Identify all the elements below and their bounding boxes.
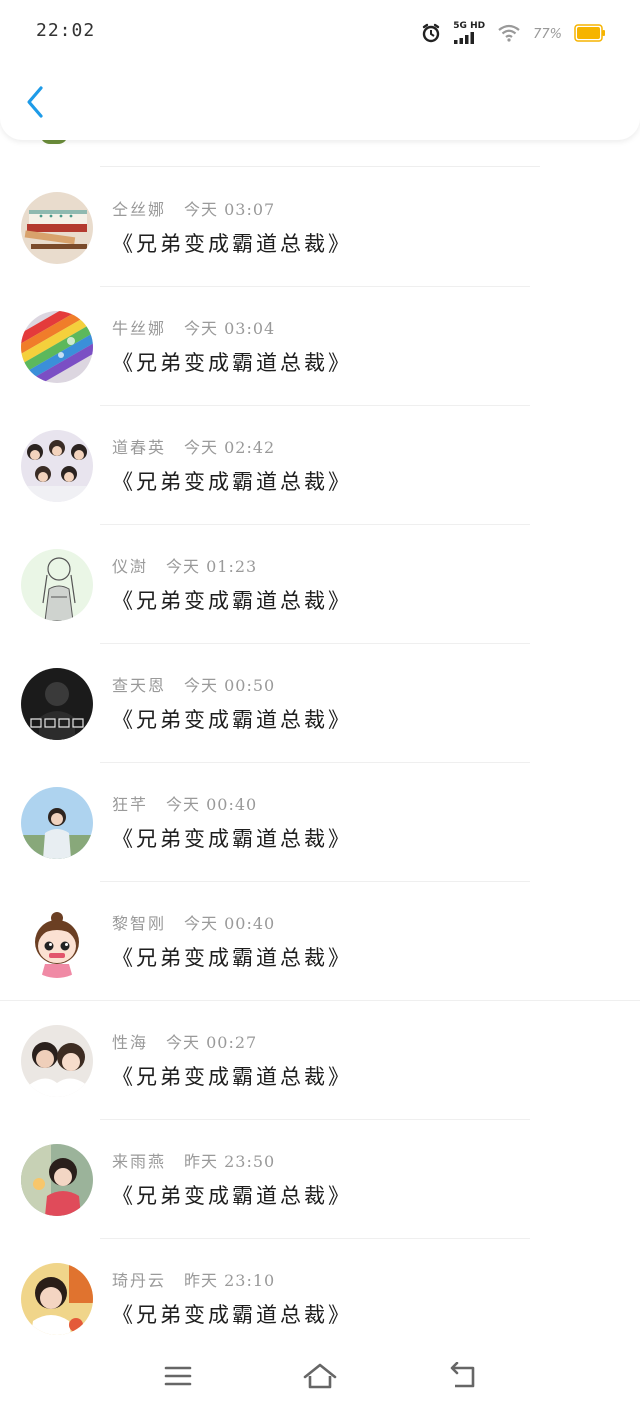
list-item[interactable]: 道春英 今天 02:42 《兄弟变成霸道总裁》 [0, 406, 640, 525]
user-name[interactable]: 琦丹云 [112, 1271, 166, 1290]
post-title[interactable]: 《兄弟变成霸道总裁》 [112, 942, 352, 972]
list-item[interactable]: 黎智刚 今天 00:40 《兄弟变成霸道总裁》 [0, 882, 640, 1001]
avatar[interactable] [21, 549, 93, 621]
avatar[interactable] [21, 192, 93, 264]
network-label: 5G HD [453, 21, 486, 31]
battery-percent: 77% [533, 27, 562, 42]
list-item[interactable]: 查天恩 今天 00:50 《兄弟变成霸道总裁》 [0, 644, 640, 763]
return-icon [447, 1361, 477, 1394]
post-title[interactable]: 《兄弟变成霸道总裁》 [112, 1061, 352, 1091]
avatar[interactable] [21, 1263, 93, 1335]
post-title[interactable]: 《兄弟变成霸道总裁》 [112, 347, 352, 377]
battery-icon [574, 23, 606, 46]
post-title[interactable]: 《兄弟变成霸道总裁》 [112, 228, 352, 258]
item-meta: 黎智刚 今天 00:40 [112, 910, 275, 934]
user-name[interactable]: 道春英 [112, 438, 166, 457]
post-time: 今天 00:40 [166, 795, 258, 814]
item-meta: 来雨燕 昨天 23:50 [112, 1148, 275, 1172]
post-title[interactable]: 《兄弟变成霸道总裁》 [112, 1299, 352, 1329]
home-icon [302, 1362, 338, 1394]
post-time: 今天 02:42 [184, 438, 276, 457]
chevron-left-icon [24, 85, 46, 123]
top-bar: 22:02 5G HD 77% [0, 0, 640, 140]
user-name[interactable]: 仪澍 [112, 557, 148, 576]
post-time: 今天 01:23 [166, 557, 258, 576]
status-time: 22:02 [36, 20, 96, 41]
signal-indicator: 5G HD [453, 22, 485, 47]
avatar[interactable] [21, 1144, 93, 1216]
menu-icon [164, 1364, 192, 1392]
post-time: 今天 00:50 [184, 676, 276, 695]
post-time: 今天 03:04 [184, 319, 276, 338]
avatar[interactable] [21, 787, 93, 859]
post-time: 昨天 23:10 [184, 1271, 276, 1290]
post-time: 昨天 23:50 [184, 1152, 276, 1171]
user-name[interactable]: 黎智刚 [112, 914, 166, 933]
avatar[interactable] [21, 1025, 93, 1097]
user-name[interactable]: 查天恩 [112, 676, 166, 695]
signal-bars-icon [453, 31, 475, 47]
avatar[interactable] [21, 668, 93, 740]
status-icons: 5G HD 77% [421, 22, 606, 47]
alarm-icon [421, 23, 441, 47]
list-item[interactable]: 来雨燕 昨天 23:50 《兄弟变成霸道总裁》 [0, 1120, 640, 1239]
item-meta: 道春英 今天 02:42 [112, 434, 275, 458]
avatar[interactable] [21, 906, 93, 978]
avatar[interactable] [21, 430, 93, 502]
user-name[interactable]: 狂芊 [112, 795, 148, 814]
list-item[interactable]: 牛丝娜 今天 03:04 《兄弟变成霸道总裁》 [0, 287, 640, 406]
post-title[interactable]: 《兄弟变成霸道总裁》 [112, 1180, 352, 1210]
user-name[interactable]: 来雨燕 [112, 1152, 166, 1171]
return-button[interactable] [442, 1358, 482, 1398]
user-name[interactable]: 仝丝娜 [112, 200, 166, 219]
post-title[interactable]: 《兄弟变成霸道总裁》 [112, 823, 352, 853]
post-title[interactable]: 《兄弟变成霸道总裁》 [112, 704, 352, 734]
menu-button[interactable] [158, 1358, 198, 1398]
avatar[interactable] [21, 311, 93, 383]
item-meta: 仝丝娜 今天 03:07 [112, 196, 275, 220]
list-item[interactable]: 仪澍 今天 01:23 《兄弟变成霸道总裁》 [0, 525, 640, 644]
post-time: 今天 00:40 [184, 914, 276, 933]
wifi-icon [497, 24, 521, 46]
user-name[interactable]: 性海 [112, 1033, 148, 1052]
post-title[interactable]: 《兄弟变成霸道总裁》 [112, 585, 352, 615]
user-name[interactable]: 牛丝娜 [112, 319, 166, 338]
post-title[interactable]: 《兄弟变成霸道总裁》 [112, 466, 352, 496]
home-button[interactable] [300, 1358, 340, 1398]
item-meta: 性海 今天 00:27 [112, 1029, 257, 1053]
item-meta: 仪澍 今天 01:23 [112, 553, 257, 577]
list-item[interactable]: 性海 今天 00:27 《兄弟变成霸道总裁》 [0, 1001, 640, 1120]
post-time: 今天 03:07 [184, 200, 276, 219]
item-meta: 查天恩 今天 00:50 [112, 672, 275, 696]
list-item[interactable]: 仝丝娜 今天 03:07 《兄弟变成霸道总裁》 [0, 168, 640, 287]
divider [100, 166, 540, 167]
post-time: 今天 00:27 [166, 1033, 258, 1052]
item-meta: 牛丝娜 今天 03:04 [112, 315, 275, 339]
item-meta: 狂芊 今天 00:40 [112, 791, 257, 815]
item-meta: 琦丹云 昨天 23:10 [112, 1267, 275, 1291]
system-nav-bar [0, 1340, 640, 1415]
back-button[interactable] [20, 84, 50, 124]
list-item[interactable]: 狂芊 今天 00:40 《兄弟变成霸道总裁》 [0, 763, 640, 882]
